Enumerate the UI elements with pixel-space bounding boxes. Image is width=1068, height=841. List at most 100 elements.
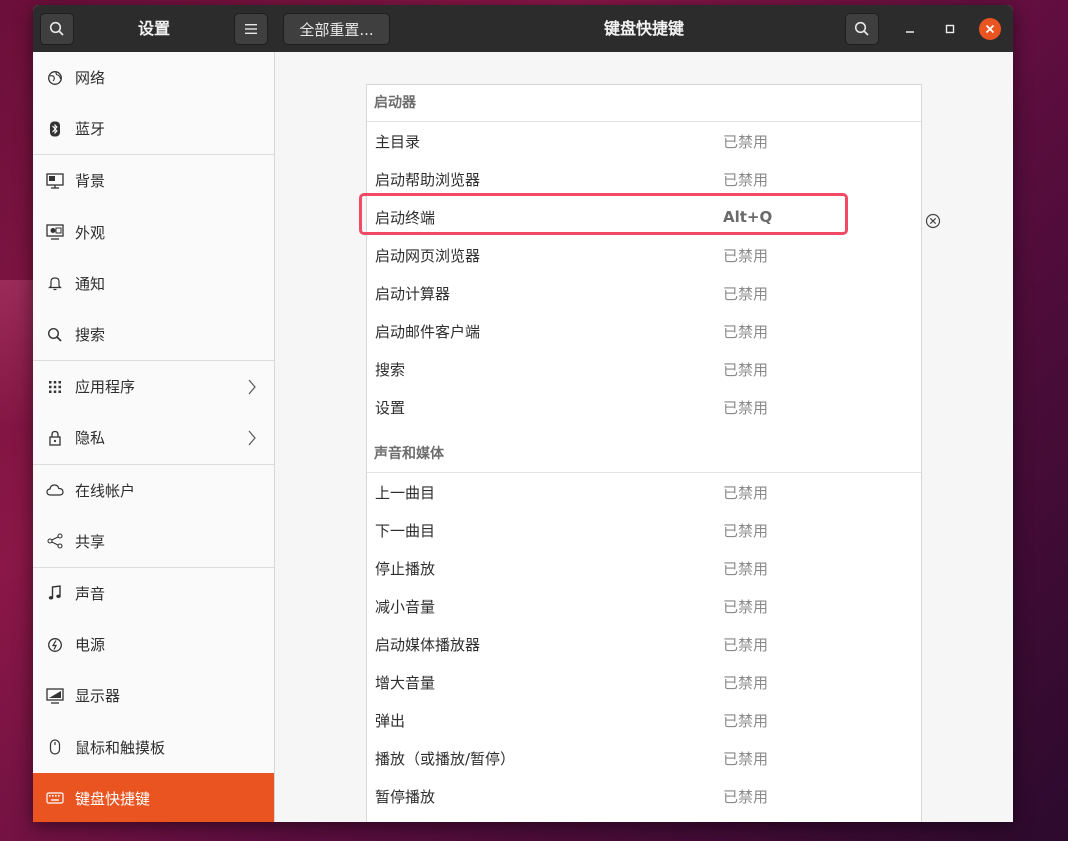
shortcut-accelerator: 已禁用	[723, 398, 769, 417]
shortcut-row[interactable]: 启动媒体播放器 已禁用	[367, 625, 921, 663]
network-icon	[45, 68, 65, 88]
shortcut-name: 下一曲目	[375, 521, 436, 540]
shortcut-name: 启动网页浏览器	[375, 246, 481, 265]
shortcut-accelerator: 已禁用	[723, 284, 769, 303]
section-header-launchers: 启动器	[367, 85, 921, 122]
sidebar-item-privacy[interactable]: 隐私	[33, 412, 274, 465]
sidebar-item-appearance[interactable]: 外观	[33, 207, 274, 258]
maximize-button[interactable]	[939, 18, 961, 40]
power-icon	[45, 635, 65, 655]
shortcut-row[interactable]: 下一曲目 已禁用	[367, 511, 921, 549]
shortcut-row[interactable]: 停止播放 已禁用	[367, 549, 921, 587]
sidebar-item-sharing[interactable]: 共享	[33, 516, 274, 568]
sidebar-item-label: 应用程序	[75, 378, 136, 397]
shortcut-row[interactable]: 减小音量 已禁用	[367, 587, 921, 625]
shortcut-list: 启动器 主目录 已禁用 启动帮助浏览器 已禁用 启动终端 Alt+Q 启动网页浏览器 已禁用启…	[366, 84, 922, 822]
shortcut-row[interactable]: 启动邮件客户端 已禁用	[367, 312, 921, 350]
sidebar-item-keyboard-shortcuts[interactable]: 键盘快捷键	[33, 772, 274, 822]
sidebar-item-search[interactable]: 搜索	[33, 309, 274, 362]
sidebar-item-online-accounts[interactable]: 在线帐户	[33, 465, 274, 516]
shortcut-accelerator: 已禁用	[723, 597, 769, 616]
shortcut-accelerator: 已禁用	[723, 521, 769, 540]
minimize-icon	[906, 31, 914, 33]
mouse-icon	[45, 737, 65, 757]
sidebar: 网络 蓝牙 背景 外观 通知 搜索 应用程序 隐私 在线帐户 共享 声音 电源 …	[33, 52, 275, 822]
shortcut-search-button[interactable]	[845, 13, 879, 45]
shortcut-name: 启动邮件客户端	[375, 322, 481, 341]
shortcut-row[interactable]: 启动网页浏览器 已禁用	[367, 236, 921, 274]
appearance-icon	[45, 222, 65, 242]
menu-button[interactable]	[234, 13, 268, 45]
sidebar-item-displays[interactable]: 显示器	[33, 670, 274, 721]
shortcut-row[interactable]: 启动终端 Alt+Q	[367, 198, 921, 236]
sidebar-item-label: 鼠标和触摸板	[75, 738, 166, 757]
shortcut-row[interactable]: 搜索 已禁用	[367, 350, 921, 388]
shortcut-row[interactable]: 主目录 已禁用	[367, 122, 921, 160]
shortcut-name: 启动计算器	[375, 284, 451, 303]
sidebar-item-label: 在线帐户	[75, 481, 136, 500]
sidebar-item-label: 背景	[75, 172, 106, 191]
sidebar-item-network[interactable]: 网络	[33, 52, 274, 103]
maximize-icon	[945, 24, 955, 34]
shortcut-accelerator: 已禁用	[723, 711, 769, 730]
sidebar-item-label: 蓝牙	[75, 120, 106, 139]
shortcut-row[interactable]: 弹出 已禁用	[367, 701, 921, 739]
close-button[interactable]	[979, 18, 1001, 40]
shortcut-name: 增大音量	[375, 673, 436, 692]
shortcuts-panel: 启动器 主目录 已禁用 启动帮助浏览器 已禁用 启动终端 Alt+Q 启动网页浏览器 已禁用启…	[275, 52, 1013, 822]
search-icon	[45, 325, 65, 345]
shortcut-accelerator: 已禁用	[723, 787, 769, 806]
music-note-icon	[45, 583, 65, 603]
keyboard-icon	[45, 788, 65, 808]
notification-bell-icon	[45, 273, 65, 293]
minimize-button[interactable]	[899, 18, 921, 40]
shortcut-accelerator: 已禁用	[723, 673, 769, 692]
shortcut-name: 启动终端	[375, 208, 436, 227]
apps-grid-icon	[45, 377, 65, 397]
sidebar-item-bluetooth[interactable]: 蓝牙	[33, 103, 274, 156]
shortcut-name: 主目录	[375, 132, 421, 151]
sidebar-item-power[interactable]: 电源	[33, 619, 274, 670]
bluetooth-icon	[45, 119, 65, 139]
reset-all-button[interactable]: 全部重置...	[283, 13, 390, 45]
shortcut-name: 搜索	[375, 360, 406, 379]
shortcut-accelerator: 已禁用	[723, 132, 769, 151]
shortcut-row[interactable]: 设置 已禁用	[367, 388, 921, 426]
shortcut-row[interactable]: 暂停播放 已禁用	[367, 777, 921, 815]
shortcut-accelerator: 已禁用	[723, 170, 769, 189]
sidebar-item-background[interactable]: 背景	[33, 155, 274, 206]
search-icon	[49, 21, 64, 36]
search-icon	[854, 21, 869, 36]
hamburger-menu-icon	[245, 24, 257, 34]
chevron-right-icon	[248, 430, 256, 446]
close-icon	[985, 24, 995, 34]
sidebar-item-label: 通知	[75, 274, 106, 293]
sidebar-item-notifications[interactable]: 通知	[33, 258, 274, 309]
shortcut-name: 设置	[375, 398, 406, 417]
sidebar-item-mouse[interactable]: 鼠标和触摸板	[33, 721, 274, 772]
shortcut-row[interactable]: 启动计算器 已禁用	[367, 274, 921, 312]
shortcut-row[interactable]: 播放（或播放/暂停） 已禁用	[367, 739, 921, 777]
cloud-icon	[45, 480, 65, 500]
lock-icon	[45, 428, 65, 448]
sidebar-item-label: 声音	[75, 584, 106, 603]
chevron-right-icon	[248, 379, 256, 395]
settings-window: 设置 全部重置... 键盘快捷键 网络 蓝牙 背景 外观 通知 搜索 应用程序 …	[33, 5, 1013, 822]
sidebar-item-label: 隐私	[75, 429, 106, 448]
sidebar-item-sound[interactable]: 声音	[33, 568, 274, 619]
sidebar-search-button[interactable]	[40, 13, 74, 45]
clear-shortcut-icon[interactable]	[925, 213, 941, 229]
shortcut-accelerator: 已禁用	[723, 483, 769, 502]
shortcut-name: 停止播放	[375, 559, 436, 578]
sidebar-item-applications[interactable]: 应用程序	[33, 361, 274, 412]
shortcut-name: 播放（或播放/暂停）	[375, 749, 516, 768]
shortcut-row[interactable]: 启动帮助浏览器 已禁用	[367, 160, 921, 198]
settings-title: 设置	[137, 19, 170, 38]
shortcut-row[interactable]: 上一曲目 已禁用	[367, 473, 921, 511]
shortcut-row[interactable]: 增大音量 已禁用	[367, 663, 921, 701]
shortcut-name: 弹出	[375, 711, 406, 730]
sidebar-item-label: 共享	[75, 532, 106, 551]
sidebar-item-label: 电源	[75, 636, 106, 655]
sidebar-item-label: 键盘快捷键	[75, 789, 151, 808]
titlebar: 设置 全部重置... 键盘快捷键	[33, 5, 1013, 52]
